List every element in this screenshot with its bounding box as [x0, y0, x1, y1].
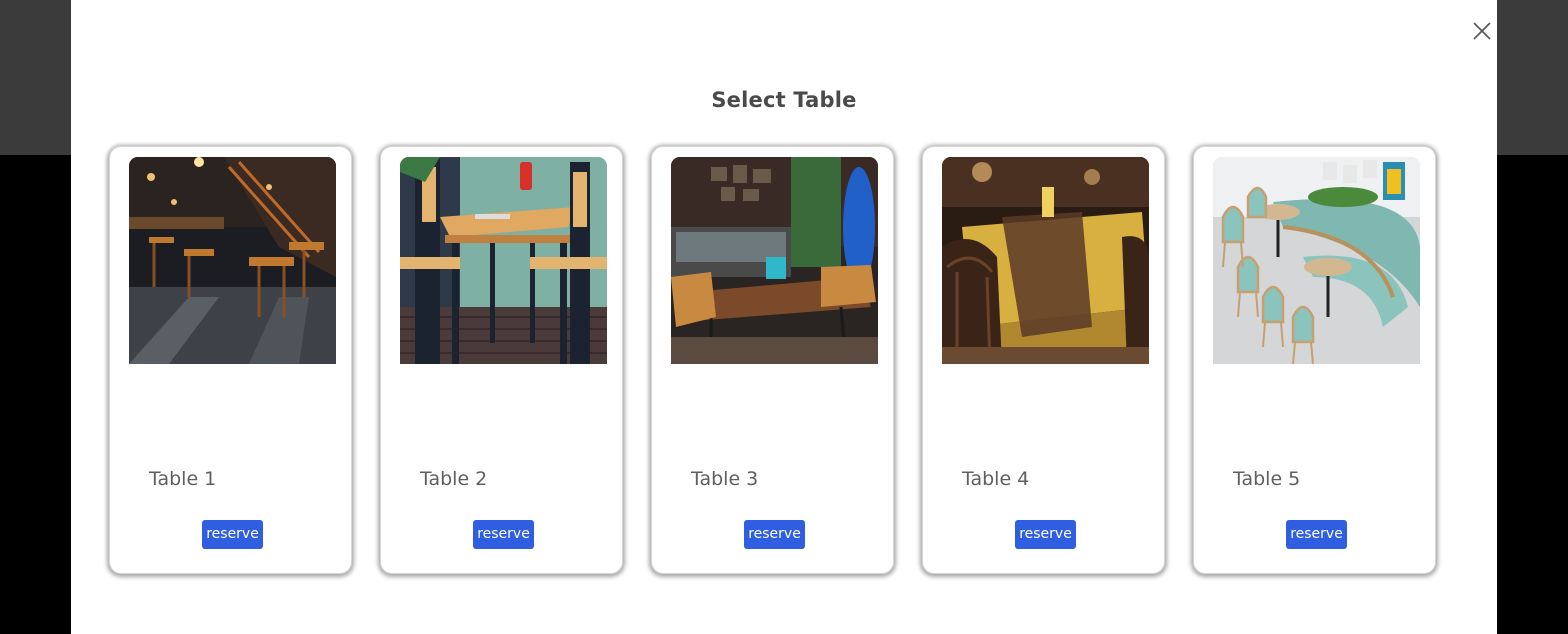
reserve-button[interactable]: reserve [1015, 520, 1076, 549]
table-name: Table 4 [962, 468, 1030, 490]
reserve-button[interactable]: reserve [473, 520, 534, 549]
table-photo [129, 157, 336, 364]
table-name: Table 1 [149, 468, 217, 490]
close-button[interactable] [1471, 20, 1493, 42]
table-photo [942, 157, 1149, 364]
table-card-list: Table 1 reserve Table 2 reserve Table 3 … [109, 146, 1436, 574]
table-card: Table 2 reserve [380, 146, 623, 574]
reserve-button[interactable]: reserve [744, 520, 805, 549]
table-card: Table 5 reserve [1193, 146, 1436, 574]
table-card: Table 3 reserve [651, 146, 894, 574]
reserve-button[interactable]: reserve [202, 520, 263, 549]
table-card: Table 4 reserve [922, 146, 1165, 574]
close-icon [1473, 22, 1491, 40]
table-card: Table 1 reserve [109, 146, 352, 574]
table-name: Table 2 [420, 468, 488, 490]
modal-title: Select Table [711, 88, 857, 112]
table-photo [671, 157, 878, 364]
table-name: Table 3 [691, 468, 759, 490]
table-name: Table 5 [1233, 468, 1301, 490]
table-photo [1213, 157, 1420, 364]
table-photo [400, 157, 607, 364]
select-table-modal: Select Table Table 1 reserve Table 2 res… [71, 0, 1497, 634]
reserve-button[interactable]: reserve [1286, 520, 1347, 549]
